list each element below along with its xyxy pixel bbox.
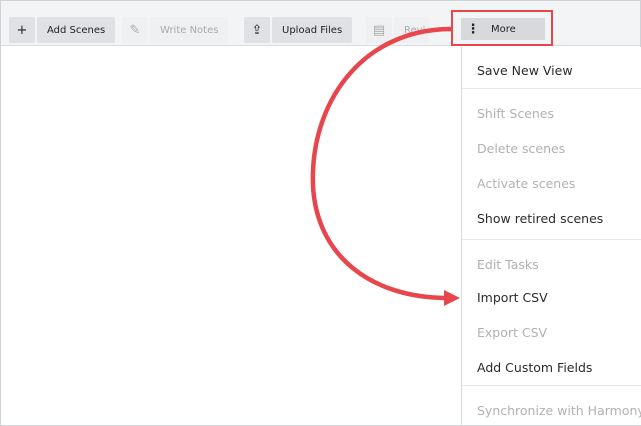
menu-divider — [462, 88, 641, 89]
upload-files-label: Upload Files — [272, 17, 353, 43]
plus-icon: + — [9, 17, 35, 43]
menu-item-save-new-view[interactable]: Save New View — [477, 63, 573, 78]
review-button[interactable]: ▤ Revi — [366, 17, 430, 43]
add-scenes-label: Add Scenes — [37, 17, 116, 43]
more-button-highlight: ⋮ More — [451, 10, 553, 46]
edit-icon: ✎ — [122, 17, 148, 43]
more-dropdown-menu: Save New View Shift Scenes Delete scenes… — [461, 47, 641, 425]
menu-divider — [462, 239, 641, 240]
more-label: More — [491, 23, 516, 35]
vertical-dots-icon: ⋮ — [466, 21, 480, 37]
menu-item-export-csv[interactable]: Export CSV — [477, 325, 547, 340]
menu-item-show-retired-scenes[interactable]: Show retired scenes — [477, 211, 603, 226]
menu-item-activate-scenes[interactable]: Activate scenes — [477, 176, 575, 191]
menu-item-edit-tasks[interactable]: Edit Tasks — [477, 257, 539, 272]
add-scenes-button[interactable]: + Add Scenes — [9, 17, 116, 43]
write-notes-button[interactable]: ✎ Write Notes — [122, 17, 229, 43]
menu-item-add-custom-fields[interactable]: Add Custom Fields — [477, 360, 592, 375]
upload-files-button[interactable]: ⇪ Upload Files — [244, 17, 353, 43]
more-button[interactable]: ⋮ More — [461, 18, 545, 40]
write-notes-label: Write Notes — [150, 17, 229, 43]
review-icon: ▤ — [366, 17, 392, 43]
menu-item-synchronize-with-harmony[interactable]: Synchronize with Harmony — [477, 403, 641, 418]
menu-item-shift-scenes[interactable]: Shift Scenes — [477, 106, 554, 121]
review-label: Revi — [394, 17, 430, 43]
menu-item-import-csv[interactable]: Import CSV — [477, 290, 548, 305]
menu-item-delete-scenes[interactable]: Delete scenes — [477, 141, 565, 156]
upload-icon: ⇪ — [244, 17, 270, 43]
menu-divider — [462, 385, 641, 386]
